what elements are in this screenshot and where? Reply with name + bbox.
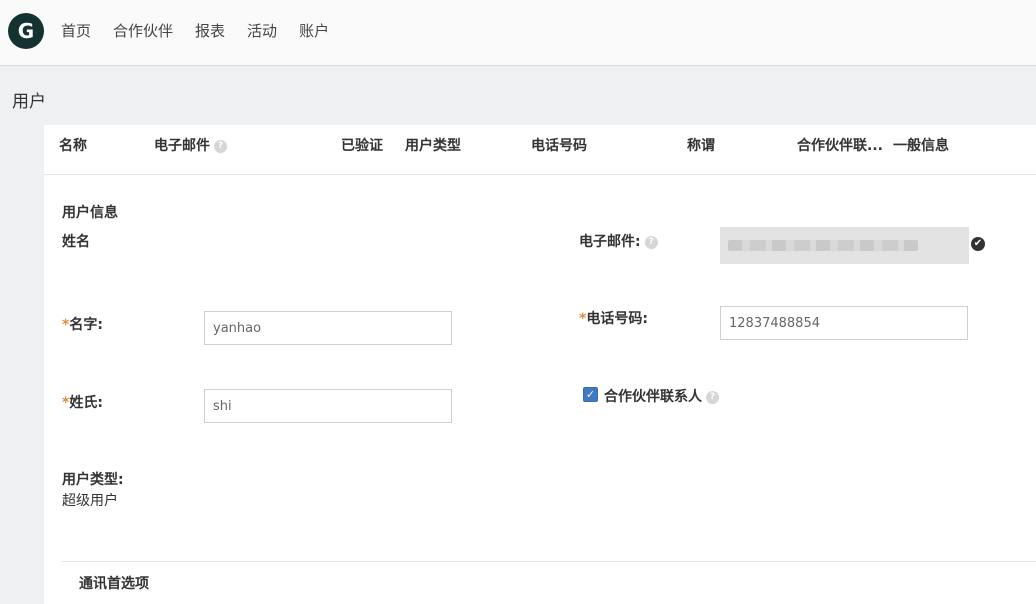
last-name-label-text: 姓氏:: [69, 395, 103, 411]
divider: [62, 561, 1036, 562]
column-header-partner-contact[interactable]: 合作伙伴联...: [797, 135, 883, 155]
redacted-bar: [728, 240, 918, 251]
column-header-salutation[interactable]: 称谓: [687, 135, 715, 155]
partner-contact-checkbox[interactable]: ✓: [583, 387, 598, 402]
section-title: 用户信息: [62, 205, 118, 221]
column-header-general-info[interactable]: 一般信息: [893, 135, 949, 155]
nav-item-reports[interactable]: 报表: [195, 20, 225, 41]
page-title: 用户: [12, 92, 46, 112]
verified-check-icon: ✔: [971, 237, 985, 251]
nav-item-activities[interactable]: 活动: [247, 20, 277, 41]
email-label: 电子邮件:?: [579, 231, 658, 251]
user-panel: 名称 电子邮件? 已验证 用户类型 电话号码 称谓 合作伙伴联... 一般信息 …: [44, 125, 1036, 604]
top-navbar: G 首页 合作伙伴 报表 活动 账户: [0, 0, 1036, 66]
first-name-input[interactable]: yanhao: [204, 311, 452, 345]
column-header-name[interactable]: 名称: [59, 135, 87, 155]
help-icon[interactable]: ?: [214, 139, 227, 153]
column-header-phone[interactable]: 电话号码: [531, 135, 587, 155]
help-icon[interactable]: ?: [706, 390, 719, 404]
column-header-verified[interactable]: 已验证: [341, 135, 383, 155]
user-type-value: 超级用户: [62, 493, 118, 509]
table-header: 名称 电子邮件? 已验证 用户类型 电话号码 称谓 合作伙伴联... 一般信息: [44, 125, 1036, 175]
partner-contact-label-text: 合作伙伴联系人: [604, 389, 702, 405]
last-name-label: *姓氏:: [62, 392, 103, 412]
nav-item-partners[interactable]: 合作伙伴: [113, 20, 173, 41]
name-heading: 姓名: [62, 234, 90, 250]
column-header-email[interactable]: 电子邮件?: [154, 135, 227, 155]
phone-label-text: 电话号码:: [586, 311, 648, 327]
help-icon[interactable]: ?: [644, 235, 658, 249]
partner-contact-label: 合作伙伴联系人?: [604, 386, 719, 406]
logo-icon[interactable]: G: [8, 13, 44, 49]
last-name-input[interactable]: shi: [204, 389, 452, 423]
comm-prefs-title[interactable]: 通讯首选项: [79, 573, 149, 593]
first-name-label-text: 名字:: [69, 317, 103, 333]
main-nav: 首页 合作伙伴 报表 活动 账户: [61, 20, 351, 41]
email-label-text: 电子邮件:: [579, 234, 641, 250]
user-type-label: 用户类型:: [62, 472, 124, 488]
nav-item-home[interactable]: 首页: [61, 20, 91, 41]
column-header-user-type[interactable]: 用户类型: [405, 135, 461, 155]
first-name-label: *名字:: [62, 314, 103, 334]
phone-label: *电话号码:: [579, 308, 648, 328]
phone-input[interactable]: 12837488854: [720, 306, 968, 340]
email-field-redacted: [720, 227, 969, 264]
logo-letter: G: [17, 19, 35, 43]
column-header-email-label: 电子邮件: [154, 138, 210, 154]
nav-item-account[interactable]: 账户: [299, 20, 329, 41]
